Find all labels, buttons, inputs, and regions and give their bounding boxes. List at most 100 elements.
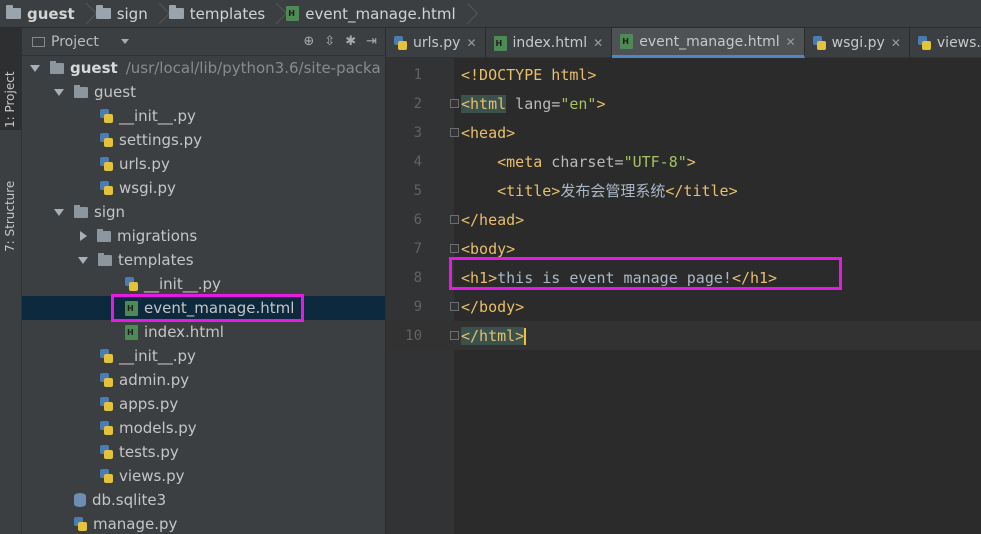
code-line-current[interactable]: 10 </html>: [386, 321, 981, 350]
locate-icon[interactable]: ⊕: [303, 34, 314, 49]
tab-views[interactable]: views.py ✕: [910, 28, 981, 58]
code-line[interactable]: 7 <body>: [386, 234, 981, 263]
python-file-icon: [100, 421, 113, 435]
tree-item-templates-folder[interactable]: templates: [22, 248, 385, 272]
tree-item-file[interactable]: __init__.py: [22, 104, 385, 128]
folder-icon: [50, 60, 64, 74]
code-line[interactable]: 6 </head>: [386, 205, 981, 234]
tree-item-file[interactable]: index.html: [22, 320, 385, 344]
tree-item-file[interactable]: db.sqlite3: [22, 488, 385, 512]
tree-item-root[interactable]: guest /usr/local/lib/python3.6/site-pack…: [22, 56, 385, 80]
folder-icon: [95, 5, 111, 19]
collapse-all-icon[interactable]: ⇳: [324, 34, 335, 49]
close-icon[interactable]: ✕: [466, 36, 476, 50]
python-file-icon: [100, 397, 113, 411]
line-number: 9: [413, 298, 422, 315]
line-number: 10: [405, 327, 422, 344]
code-line[interactable]: 5 <title>发布会管理系统</title>: [386, 176, 981, 205]
code-line[interactable]: 3 <head>: [386, 118, 981, 147]
fold-marker-icon[interactable]: [450, 128, 459, 137]
gear-icon[interactable]: ✱: [345, 34, 356, 49]
code-editor[interactable]: 1 <!DOCTYPE html> 2 <html lang="en"> 3 <…: [386, 58, 981, 534]
breadcrumb-item-templates[interactable]: templates: [168, 0, 287, 28]
database-icon: [74, 493, 86, 507]
folder-icon: [74, 84, 88, 98]
fold-marker-icon[interactable]: [450, 302, 459, 311]
expand-arrow-icon[interactable]: [78, 256, 88, 264]
breadcrumb-separator: [154, 0, 163, 28]
tree-item-file[interactable]: views.py: [22, 464, 385, 488]
breadcrumb-item-guest[interactable]: guest: [6, 0, 96, 28]
folder-icon: [74, 204, 88, 218]
tree-item-migrations-folder[interactable]: migrations: [22, 224, 385, 248]
expand-arrow-icon[interactable]: [30, 64, 40, 72]
collapse-arrow-icon[interactable]: [80, 231, 87, 241]
python-file-icon: [394, 36, 407, 50]
tree-item-file[interactable]: urls.py: [22, 152, 385, 176]
code-line[interactable]: 4 <meta charset="UTF-8">: [386, 147, 981, 176]
project-icon: [32, 36, 45, 47]
python-file-icon: [100, 109, 113, 123]
line-number: 4: [413, 153, 422, 170]
close-icon[interactable]: ✕: [786, 35, 796, 49]
python-file-icon: [100, 445, 113, 459]
python-file-icon: [100, 133, 113, 147]
tool-tab-structure[interactable]: 7: Structure: [0, 140, 22, 260]
tree-item-file[interactable]: models.py: [22, 416, 385, 440]
breadcrumb-separator: [462, 0, 471, 28]
tree-item-file[interactable]: __init__.py: [22, 344, 385, 368]
html-file-icon: [286, 6, 300, 21]
fold-marker-icon[interactable]: [450, 331, 459, 340]
tab-event-manage[interactable]: event_manage.html ✕: [612, 28, 805, 58]
code-line[interactable]: 8 <h1>this is event manage page!</h1>: [386, 263, 981, 292]
breadcrumb-item-sign[interactable]: sign: [95, 0, 169, 28]
folder-icon: [97, 228, 111, 242]
hide-icon[interactable]: ⇥: [366, 34, 377, 49]
project-panel: Project ⊕ ⇳ ✱ ⇥ guest /usr/local/lib/pyt…: [22, 28, 386, 534]
close-icon[interactable]: ✕: [891, 36, 901, 50]
tree-item-file[interactable]: tests.py: [22, 440, 385, 464]
tree-item-file[interactable]: admin.py: [22, 368, 385, 392]
project-panel-header: Project ⊕ ⇳ ✱ ⇥: [22, 28, 385, 56]
breadcrumb-item-event-manage[interactable]: event_manage.html: [286, 0, 476, 28]
line-number: 5: [413, 182, 422, 199]
line-number: 1: [413, 66, 422, 83]
tool-tab-project[interactable]: 1: Project: [0, 28, 22, 130]
code-line[interactable]: 9 </body>: [386, 292, 981, 321]
html-file-icon: [125, 300, 138, 316]
code-line[interactable]: 2 <html lang="en">: [386, 89, 981, 118]
expand-arrow-icon[interactable]: [54, 208, 64, 216]
editor-tab-bar: urls.py ✕ index.html ✕ event_manage.html…: [386, 28, 981, 58]
tree-item-file[interactable]: manage.py: [22, 512, 385, 534]
tab-wsgi[interactable]: wsgi.py ✕: [805, 28, 910, 58]
folder-icon: [6, 5, 21, 19]
close-icon[interactable]: ✕: [593, 36, 603, 50]
fold-marker-icon[interactable]: [450, 215, 459, 224]
fold-marker-icon[interactable]: [450, 244, 459, 253]
breadcrumb-separator: [81, 0, 90, 28]
tree-item-guest-folder[interactable]: guest: [22, 80, 385, 104]
tree-item-file[interactable]: __init__.py: [22, 272, 385, 296]
tree-item-event-manage-selected[interactable]: event_manage.html: [22, 296, 385, 320]
expand-arrow-icon[interactable]: [54, 88, 64, 96]
tree-item-file[interactable]: apps.py: [22, 392, 385, 416]
line-number: 6: [413, 211, 422, 228]
tab-urls[interactable]: urls.py ✕: [386, 28, 486, 58]
folder-icon: [98, 252, 112, 266]
tab-index[interactable]: index.html ✕: [486, 28, 613, 58]
folder-icon: [168, 5, 184, 19]
tree-item-file[interactable]: settings.py: [22, 128, 385, 152]
line-number: 7: [413, 240, 422, 257]
fold-marker-icon[interactable]: [450, 99, 459, 108]
python-file-icon: [100, 373, 113, 387]
html-file-icon: [493, 35, 507, 51]
chevron-down-icon[interactable]: [120, 39, 129, 44]
project-view-selector[interactable]: Project: [51, 34, 99, 50]
tree-item-file[interactable]: wsgi.py: [22, 176, 385, 200]
python-file-icon: [812, 36, 826, 50]
code-line[interactable]: 1 <!DOCTYPE html>: [386, 60, 981, 89]
python-file-icon: [100, 469, 113, 483]
tree-item-sign-folder[interactable]: sign: [22, 200, 385, 224]
python-file-icon: [100, 349, 113, 363]
line-number: 8: [413, 269, 422, 286]
